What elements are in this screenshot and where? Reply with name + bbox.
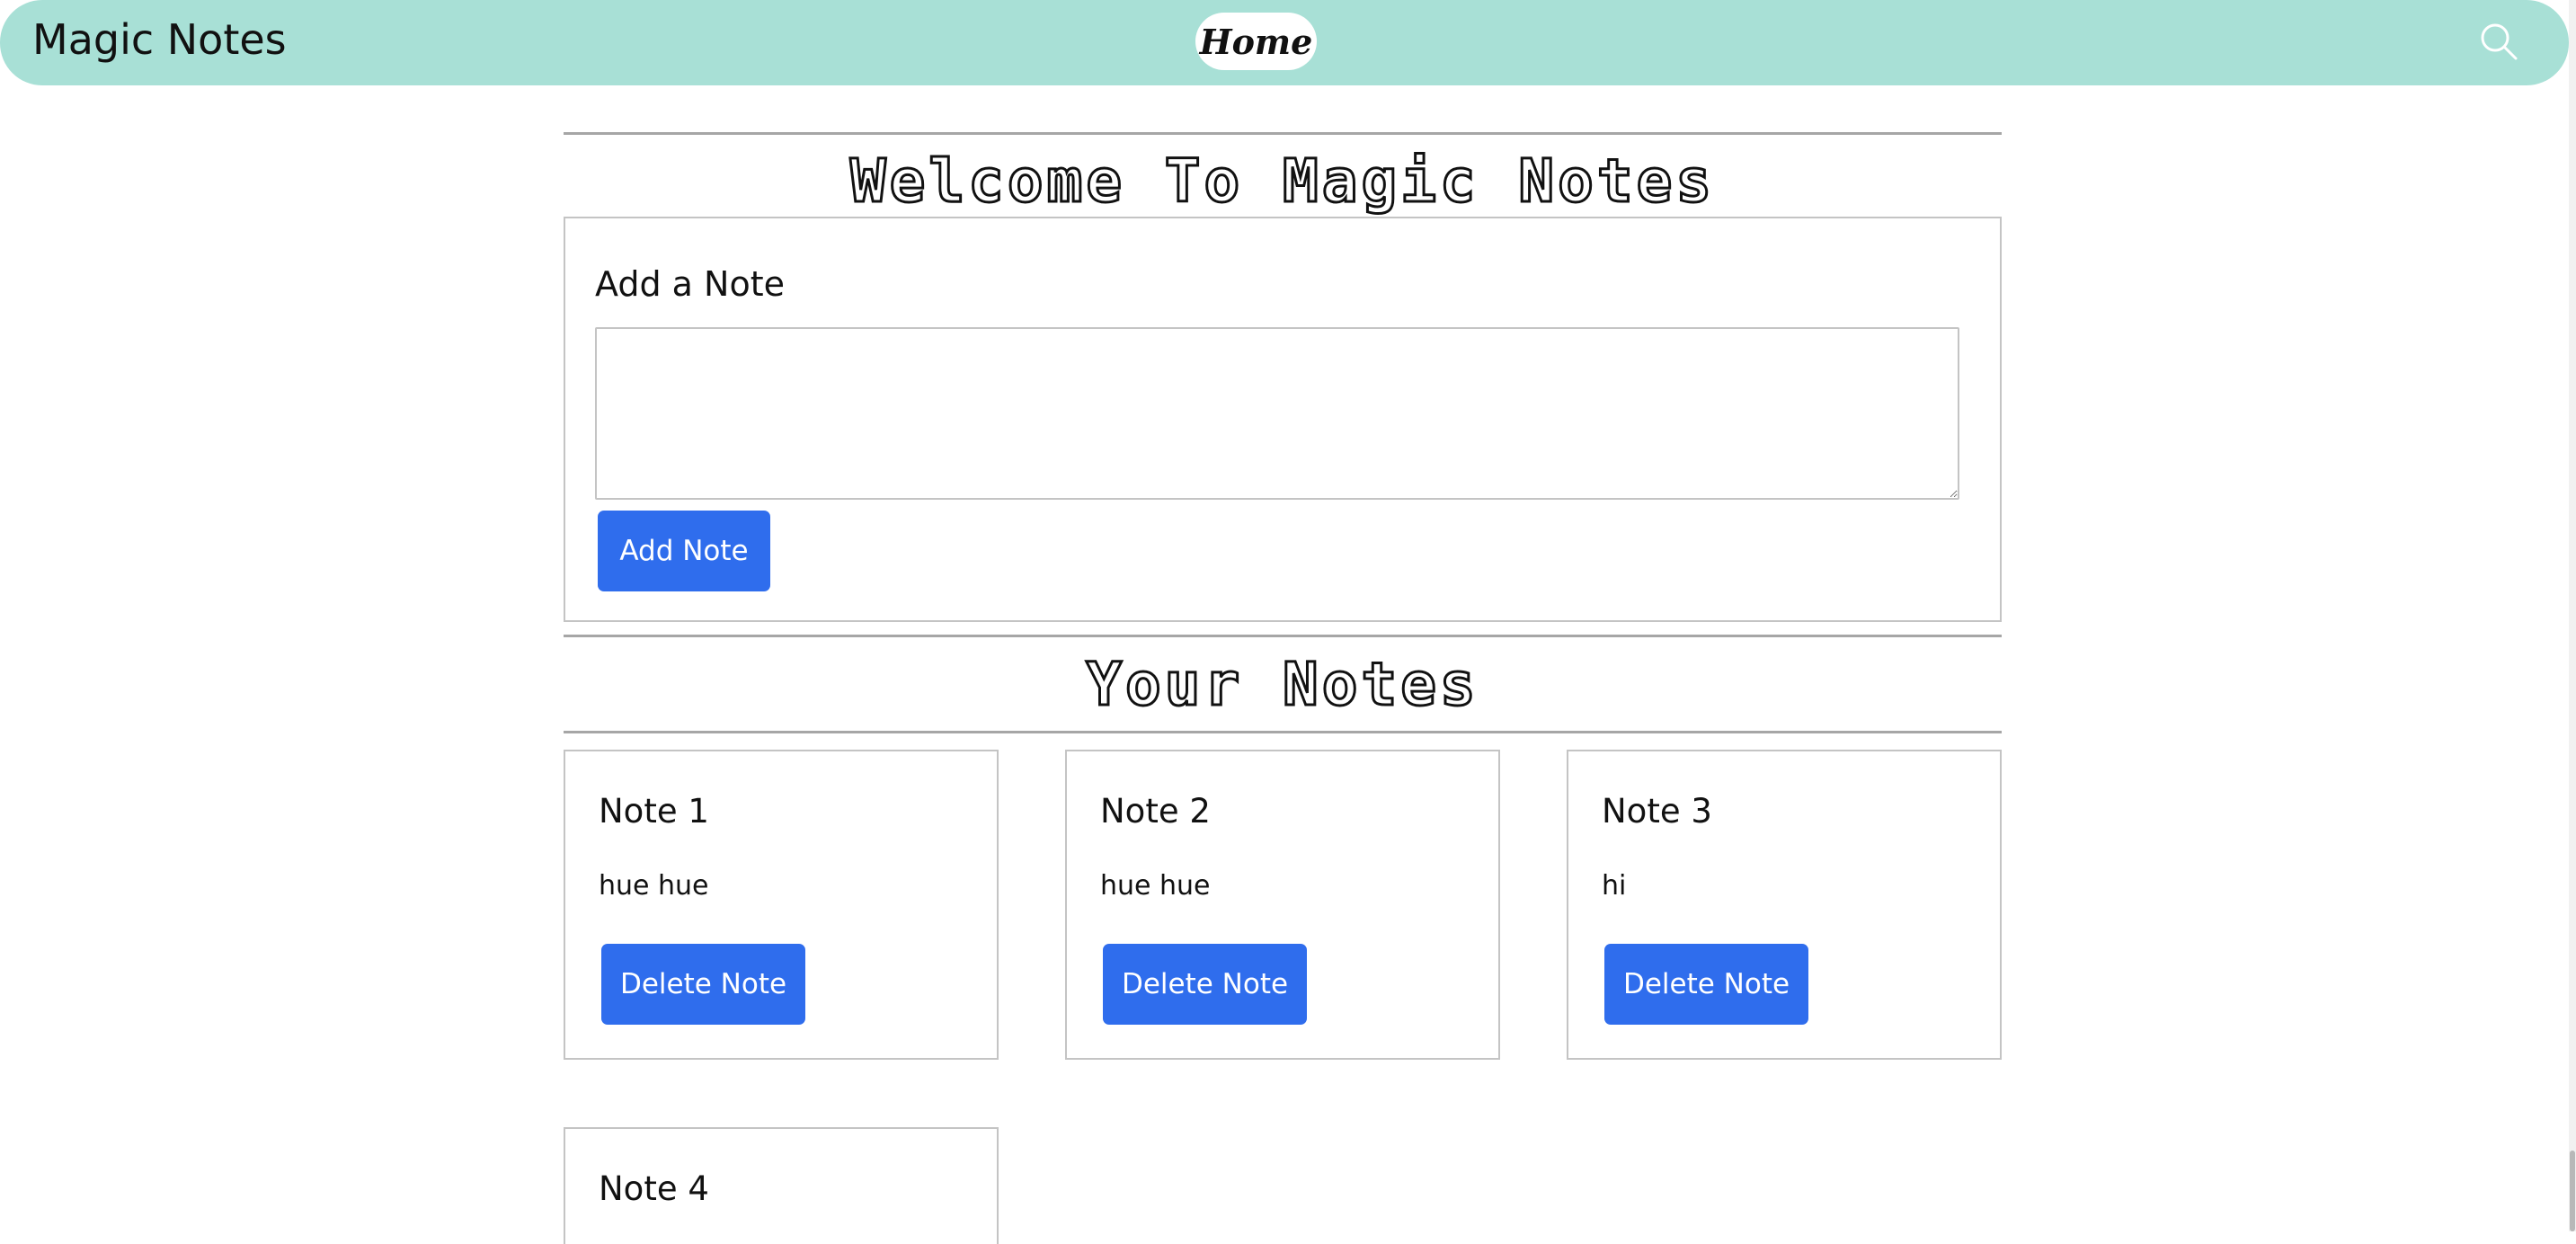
note-title: Note 2 (1100, 792, 1211, 831)
delete-note-button[interactable]: Delete Note (601, 944, 805, 1025)
divider (564, 731, 2002, 733)
add-note-card: Add a Note Add Note (564, 217, 2002, 622)
note-text: hue hue (599, 870, 709, 902)
note-card: Note 2 hue hue Delete Note (1065, 750, 1500, 1060)
delete-note-button[interactable]: Delete Note (1103, 944, 1307, 1025)
delete-note-button[interactable]: Delete Note (1604, 944, 1808, 1025)
note-text: hi (1602, 870, 1627, 902)
note-title: Note 3 (1602, 792, 1712, 831)
note-card: Note 1 hue hue Delete Note (564, 750, 999, 1060)
note-card: Note 4 (564, 1127, 999, 1244)
note-text: hue hue (1100, 870, 1211, 902)
your-notes-heading: Your Notes (1085, 649, 1479, 721)
note-title: Note 1 (599, 792, 709, 831)
home-link[interactable]: Home (1195, 13, 1317, 70)
brand-title[interactable]: Magic Notes (32, 13, 287, 67)
welcome-heading: Welcome To Magic Notes (848, 146, 1716, 218)
add-note-title: Add a Note (595, 264, 785, 304)
search-icon[interactable] (2479, 22, 2518, 61)
page-scrollbar-thumb[interactable] (2570, 1151, 2575, 1231)
page-scrollbar-track[interactable] (2569, 0, 2576, 1231)
note-card: Note 3 hi Delete Note (1567, 750, 2002, 1060)
note-title: Note 4 (599, 1169, 709, 1208)
divider (564, 635, 2002, 637)
note-textarea[interactable] (595, 327, 1959, 500)
navbar: Magic Notes Home (0, 0, 2569, 85)
add-note-button[interactable]: Add Note (598, 511, 770, 591)
divider (564, 132, 2002, 135)
